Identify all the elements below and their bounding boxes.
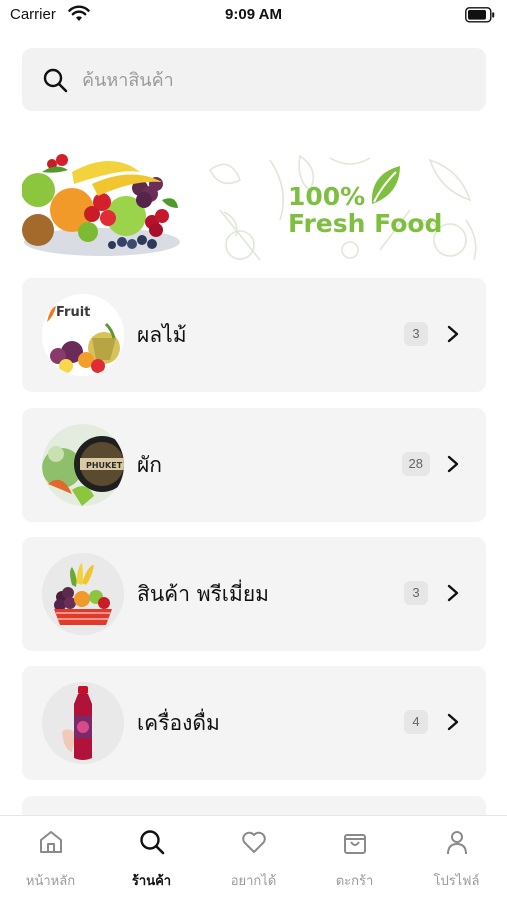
chevron-right-icon [447,325,459,343]
category-card-premium[interactable]: สินค้า พรีเมี่ยม 3 [22,537,486,651]
category-card-vegetables[interactable]: PHUKET ผัก 28 [22,408,486,522]
tab-label: หน้าหลัก [25,874,76,889]
category-label: ผลไม้ [137,323,187,347]
bag-icon [344,834,366,854]
heart-icon [242,831,266,853]
search-icon [43,68,68,93]
tab-wishlist[interactable]: อยากได้ [203,816,304,900]
banner-line-percent: 100% [288,182,366,211]
bottom-tab-bar: หน้าหลัก ร้านค้า อยากได้ ตะกร้า โปรไฟล์ [0,815,507,900]
category-count-badge: 3 [404,322,428,346]
category-thumbnail: Fruit [42,294,124,376]
beverage-bottle-image [42,682,124,764]
banner-headline: 100% Fresh Food [288,184,442,236]
tab-cart[interactable]: ตะกร้า [304,816,405,900]
banner-line-fresh-food: Fresh Food [288,209,443,238]
search-bar[interactable] [22,48,486,111]
category-count-badge: 4 [404,710,428,734]
search-input[interactable] [82,60,472,100]
tab-label: อยากได้ [230,874,277,889]
category-card-fruit[interactable]: Fruit ผลไม้ 3 [22,278,486,392]
category-label: เครื่องดื่ม [137,711,220,735]
category-count-badge: 3 [404,581,428,605]
vegetables-image: PHUKET [42,424,124,506]
chevron-right-icon [447,713,459,731]
fruit-basket-image [22,154,180,256]
category-thumbnail [42,553,124,635]
tab-label: โปรไฟล์ [433,874,480,889]
category-thumbnail [42,682,124,764]
premium-basket-image [42,553,124,635]
category-thumbnail: PHUKET [42,424,124,506]
promo-banner[interactable]: 100% Fresh Food [22,150,486,265]
category-count-badge: 28 [401,452,430,476]
search-icon [140,830,165,855]
phuket-logo-text: PHUKET [86,461,123,470]
chevron-right-icon [447,455,459,473]
battery-icon [465,7,495,23]
tab-label: ร้านค้า [131,874,172,889]
category-label: สินค้า พรีเมี่ยม [137,582,269,606]
clock: 9:09 AM [225,6,282,23]
person-icon [447,831,467,855]
home-icon [40,831,62,853]
chevron-right-icon [447,584,459,602]
tab-shop[interactable]: ร้านค้า [101,816,202,900]
fruit-image: Fruit [42,294,124,376]
category-card-beverages[interactable]: เครื่องดื่ม 4 [22,666,486,780]
fruit-logo-text: Fruit [56,305,90,320]
status-bar: Carrier 9:09 AM [0,0,507,32]
tab-profile[interactable]: โปรไฟล์ [406,816,507,900]
tab-label: ตะกร้า [335,874,374,889]
category-label: ผัก [137,453,163,477]
tab-home[interactable]: หน้าหลัก [0,816,101,900]
